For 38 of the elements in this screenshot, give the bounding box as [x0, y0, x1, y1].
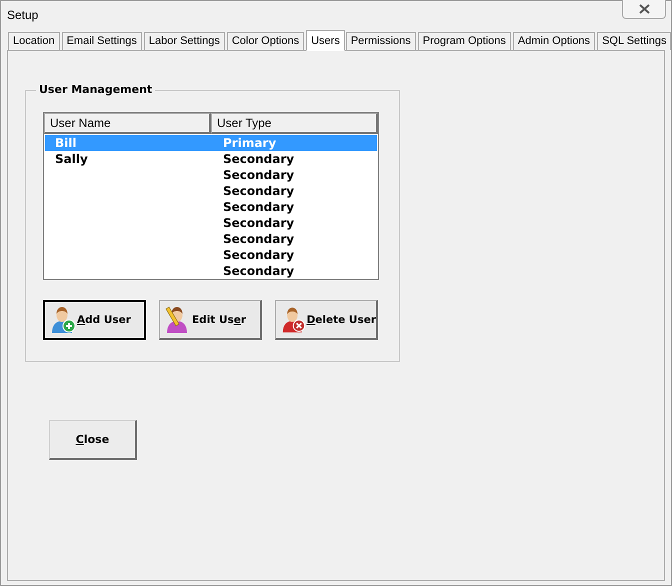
user-type: Secondary [223, 152, 294, 166]
user-type: Secondary [223, 168, 294, 182]
user-type: Secondary [223, 264, 294, 278]
list-row[interactable]: Secondary [45, 215, 377, 231]
user-type: Secondary [223, 248, 294, 262]
window-title: Setup [7, 8, 38, 22]
list-row[interactable]: Secondary [45, 199, 377, 215]
list-row[interactable]: Secondary [45, 183, 377, 199]
close-icon [638, 4, 650, 14]
tab[interactable]: Color Options [226, 32, 304, 50]
close-button[interactable] [622, 0, 666, 19]
tab[interactable]: Admin Options [512, 32, 596, 50]
group-title: User Management [36, 83, 156, 96]
tab[interactable]: Users [306, 30, 345, 51]
user-type: Secondary [223, 232, 294, 246]
tab[interactable]: SQL Settings [597, 32, 672, 50]
user-type: Secondary [223, 200, 294, 214]
tab[interactable]: Permissions [346, 32, 416, 50]
user-type: Primary [223, 136, 276, 150]
edit-user-button[interactable]: Edit User [159, 300, 262, 340]
user-add-icon [49, 306, 77, 334]
tab[interactable]: Labor Settings [144, 32, 225, 50]
user-type: Secondary [223, 184, 294, 198]
user-type: Secondary [223, 216, 294, 230]
list-row[interactable]: Secondary [45, 231, 377, 247]
tab[interactable]: Program Options [418, 32, 511, 50]
user-name: Bill [55, 136, 76, 150]
user-delete-icon [280, 306, 307, 334]
user-name: Sally [55, 152, 88, 166]
tab[interactable]: Location [8, 32, 60, 50]
close-dialog-button[interactable]: Close [49, 420, 137, 460]
add-user-button[interactable]: Add User [43, 300, 146, 340]
list-row[interactable]: Secondary [45, 167, 377, 183]
tab[interactable]: Email Settings [62, 32, 142, 50]
list-row[interactable]: Sally Secondary [45, 151, 377, 167]
list-row[interactable]: Secondary [45, 247, 377, 263]
delete-user-button[interactable]: Delete User [275, 300, 378, 340]
list-row[interactable]: Secondary [45, 263, 377, 279]
